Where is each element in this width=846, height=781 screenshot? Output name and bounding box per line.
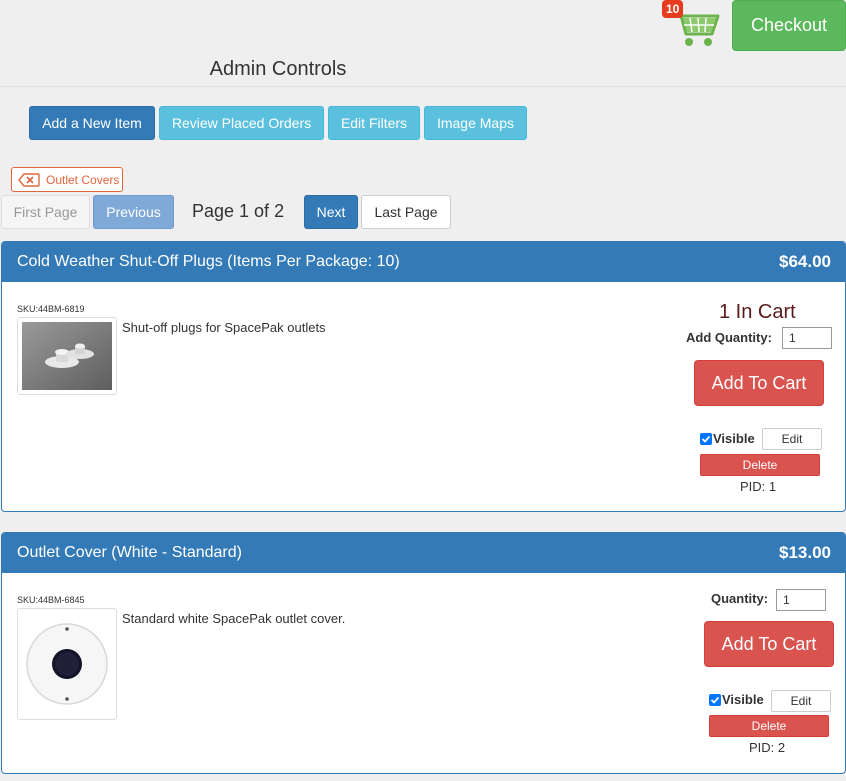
filter-tag-outlet-covers[interactable]: Outlet Covers [11,167,123,192]
add-to-cart-button[interactable]: Add To Cart [694,360,824,406]
visible-toggle[interactable]: Visible [709,692,764,707]
quantity-input[interactable]: 1 [776,589,826,611]
edit-button[interactable]: Edit [771,690,831,712]
product-description: Shut-off plugs for SpacePak outlets [122,320,326,335]
visible-label: Visible [722,692,764,707]
in-cart-count: 1 In Cart [719,301,796,323]
last-page-button[interactable]: Last Page [361,195,451,229]
product-sku: SKU:44BM-6845 [17,595,85,605]
shopping-cart[interactable]: 10 [662,0,720,50]
product-id: PID: 2 [749,740,786,755]
product-id: PID: 1 [740,479,777,494]
remove-filter-icon[interactable] [18,172,40,187]
product-header: Cold Weather Shut-Off Plugs (Items Per P… [2,242,845,282]
check-icon [701,435,711,443]
image-maps-button[interactable]: Image Maps [424,106,527,140]
add-to-cart-button[interactable]: Add To Cart [704,621,834,667]
visible-label: Visible [713,431,755,446]
admin-controls-title: Admin Controls [209,58,347,80]
filter-tag-label: Outlet Covers [46,172,120,187]
add-quantity-label: Add Quantity: [686,330,772,345]
product-title: Outlet Cover (White - Standard) [17,544,242,561]
cart-count-badge: 10 [662,0,684,18]
previous-page-button[interactable]: Previous [93,195,174,229]
product-header: Outlet Cover (White - Standard) $13.00 [2,533,845,573]
visible-checkbox[interactable] [709,693,721,706]
product-panel-1: Cold Weather Shut-Off Plugs (Items Per P… [1,241,846,512]
shutoff-plugs-image [22,322,112,390]
review-placed-orders-button[interactable]: Review Placed Orders [159,106,324,140]
product-panel-2: Outlet Cover (White - Standard) $13.00 S… [1,532,846,774]
product-price: $64.00 [779,252,831,271]
edit-filters-button[interactable]: Edit Filters [328,106,420,140]
product-price: $13.00 [779,543,831,562]
quantity-input[interactable]: 1 [782,327,832,349]
add-new-item-button[interactable]: Add a New Item [29,106,155,140]
product-image[interactable] [17,317,117,395]
product-image[interactable] [17,608,117,720]
divider [0,86,846,87]
page-indicator: Page 1 of 2 [192,201,285,221]
first-page-button[interactable]: First Page [1,195,90,229]
visible-toggle[interactable]: Visible [700,431,755,446]
product-title: Cold Weather Shut-Off Plugs (Items Per P… [17,253,400,270]
delete-button[interactable]: Delete [700,454,820,476]
checkout-button[interactable]: Checkout [732,0,846,51]
outlet-cover-image [22,613,112,715]
next-page-button[interactable]: Next [304,195,358,229]
delete-button[interactable]: Delete [709,715,829,737]
quantity-label: Quantity: [711,591,769,606]
edit-button[interactable]: Edit [762,428,822,450]
check-icon [710,696,720,704]
product-description: Standard white SpacePak outlet cover. [122,611,346,626]
visible-checkbox[interactable] [700,432,712,445]
product-sku: SKU:44BM-6819 [17,304,85,314]
